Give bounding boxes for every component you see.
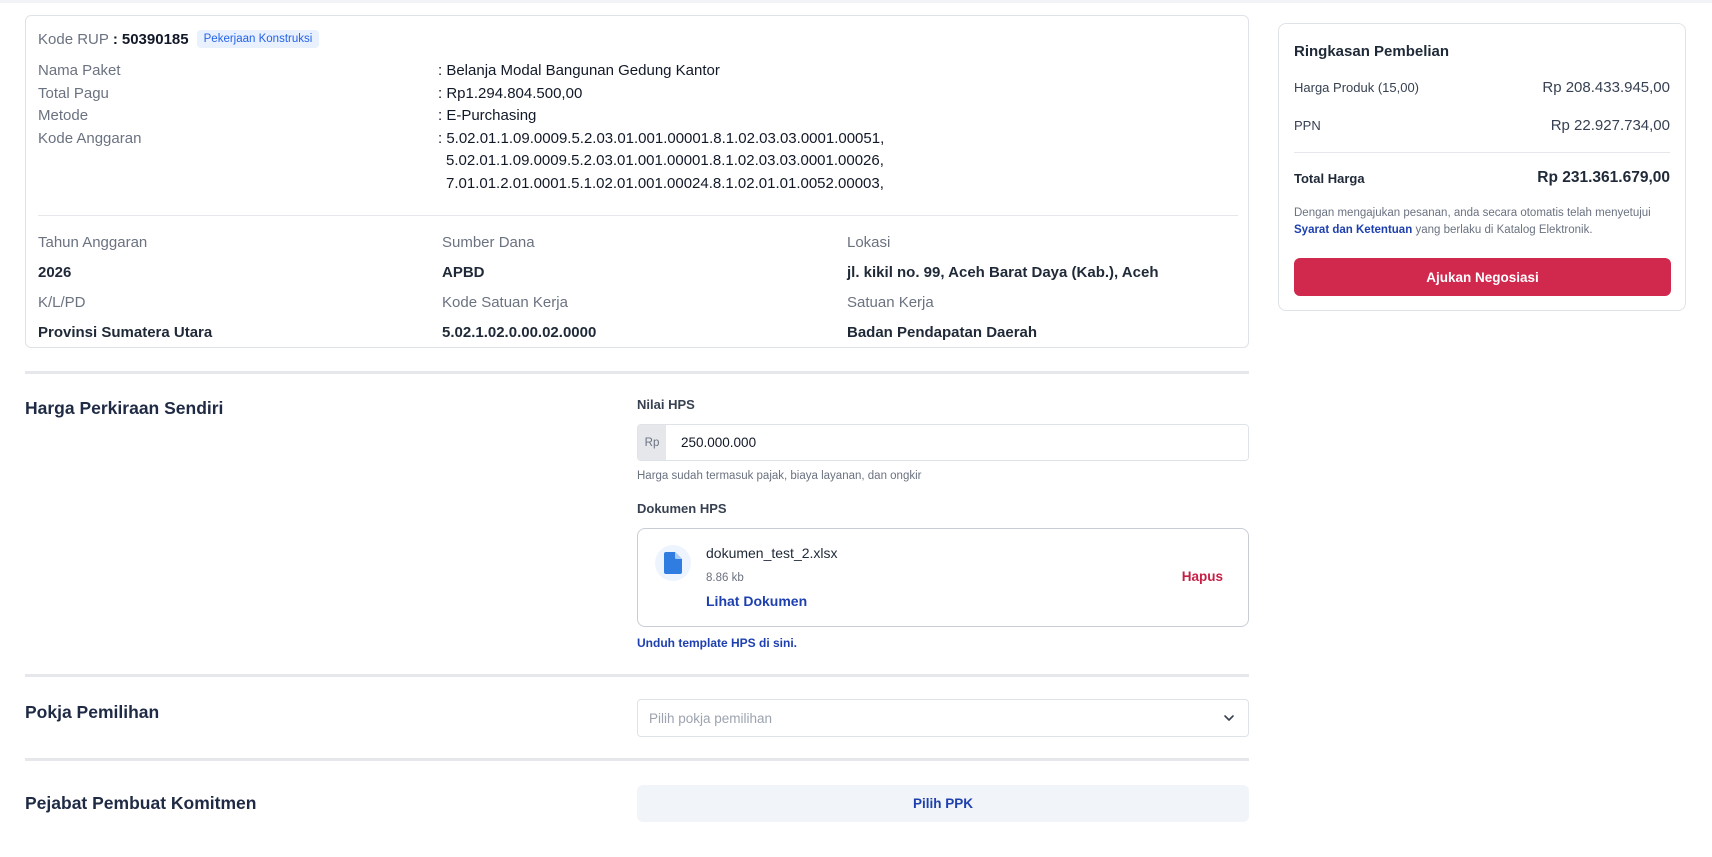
section-divider: [25, 674, 1249, 677]
summary-title: Ringkasan Pembelian: [1294, 43, 1450, 60]
ppn-label: PPN: [1294, 118, 1321, 133]
chevron-down-icon: [1224, 715, 1234, 721]
rup-header: Kode RUP : 50390185 Pekerjaan Konstruksi: [38, 30, 320, 48]
ppn-row: PPN Rp 22.927.734,00: [1294, 117, 1670, 134]
terms-note-prefix: Dengan mengajukan pesanan, anda secara o…: [1294, 207, 1651, 219]
total-pagu-label: Total Pagu: [38, 84, 109, 102]
remove-document-button[interactable]: Hapus: [1182, 569, 1223, 584]
harga-produk-label: Harga Produk (15,00): [1294, 80, 1420, 95]
lokasi-value: jl. kikil no. 99, Aceh Barat Daya (Kab.)…: [847, 264, 1159, 281]
tahun-anggaran: Tahun Anggaran 2026: [38, 232, 147, 284]
rup-code-label: Kode RUP: [38, 30, 109, 48]
total-pagu-value: : Rp1.294.804.500,00: [438, 84, 583, 102]
summary-divider: [1294, 152, 1670, 153]
document-filename: dokumen_test_2.xlsx: [706, 545, 838, 561]
satuan-kerja-label: Satuan Kerja: [847, 294, 934, 311]
rup-info-card: Kode RUP : 50390185 Pekerjaan Konstruksi…: [25, 15, 1249, 348]
tahun-anggaran-label: Tahun Anggaran: [38, 234, 148, 251]
terms-link[interactable]: Syarat dan Ketentuan: [1294, 224, 1412, 236]
total-harga-row: Total Harga Rp 231.361.679,00: [1294, 169, 1670, 187]
purchase-summary-card: Ringkasan Pembelian Harga Produk (15,00)…: [1278, 23, 1686, 311]
file-icon: [655, 545, 691, 581]
satuan-kerja-value: Badan Pendapatan Daerah: [847, 324, 1038, 341]
satuan-kerja: Satuan Kerja Badan Pendapatan Daerah: [847, 292, 1037, 344]
nama-paket-row: Nama Paket : Belanja Modal Bangunan Gedu…: [38, 60, 720, 82]
kode-anggaran-value: : 5.02.01.1.09.0009.5.2.03.01.001.00001.…: [438, 129, 885, 147]
metode-value: : E-Purchasing: [438, 107, 537, 124]
klpd: K/L/PD Provinsi Sumatera Utara: [38, 292, 212, 344]
category-badge: Pekerjaan Konstruksi: [196, 30, 320, 48]
sumber-dana: Sumber Dana APBD: [442, 232, 535, 284]
rup-code-value: 50390185: [121, 30, 189, 48]
total-harga-value: Rp 231.361.679,00: [1537, 169, 1670, 186]
terms-note: Dengan mengajukan pesanan, anda secara o…: [1294, 205, 1674, 239]
kode-anggaran-value: 7.01.01.2.01.0001.5.1.02.01.001.00024.8.…: [446, 174, 884, 192]
kode-anggaran-row: Kode Anggaran: [38, 128, 438, 150]
uploaded-document-card: dokumen_test_2.xlsx 8.86 kb Lihat Dokume…: [637, 528, 1249, 627]
select-ppk-button[interactable]: Pilih PPK: [637, 785, 1249, 822]
currency-prefix: Rp: [638, 425, 666, 460]
nama-paket-label: Nama Paket: [38, 62, 121, 79]
kode-satuan-kerja-value: 5.02.1.02.0.00.02.0000: [442, 324, 597, 341]
nilai-hps-label: Nilai HPS: [637, 397, 695, 412]
nilai-hps-input[interactable]: [666, 425, 1248, 460]
section-divider: [25, 371, 1249, 374]
rup-divider: [38, 215, 1238, 216]
nilai-hps-field[interactable]: Rp: [637, 424, 1249, 461]
download-template-link[interactable]: Unduh template HPS di sini.: [637, 636, 797, 650]
harga-produk-value: Rp 208.433.945,00: [1542, 79, 1670, 96]
submit-negotiation-button[interactable]: Ajukan Negosiasi: [1294, 258, 1671, 296]
kode-anggaran-label: Kode Anggaran: [38, 129, 142, 147]
metode-row: Metode : E-Purchasing: [38, 105, 536, 127]
section-divider: [25, 758, 1249, 761]
hps-section-title: Harga Perkiraan Sendiri: [25, 398, 224, 418]
nama-paket-value: : Belanja Modal Bangunan Gedung Kantor: [438, 62, 720, 79]
kode-satuan-kerja-label: Kode Satuan Kerja: [442, 294, 568, 311]
harga-produk-row: Harga Produk (15,00) Rp 208.433.945,00: [1294, 79, 1670, 96]
metode-label: Metode: [38, 107, 89, 124]
total-pagu-row: Total Pagu : Rp1.294.804.500,00: [38, 83, 582, 105]
lokasi-label: Lokasi: [847, 234, 891, 251]
total-harga-label: Total Harga: [1294, 170, 1365, 186]
pokja-section-title: Pokja Pemilihan: [25, 702, 160, 722]
kode-anggaran-value: 5.02.01.1.09.0009.5.2.03.01.001.00001.8.…: [446, 152, 884, 169]
lokasi: Lokasi jl. kikil no. 99, Aceh Barat Daya…: [847, 232, 1159, 284]
view-document-link[interactable]: Lihat Dokumen: [706, 593, 807, 609]
top-divider: [0, 0, 1712, 3]
nilai-hps-helper: Harga sudah termasuk pajak, biaya layana…: [637, 470, 922, 482]
ppn-value: Rp 22.927.734,00: [1550, 117, 1670, 134]
klpd-label: K/L/PD: [38, 294, 86, 311]
tahun-anggaran-value: 2026: [38, 264, 72, 281]
klpd-value: Provinsi Sumatera Utara: [38, 324, 213, 341]
pokja-select-placeholder: Pilih pokja pemilihan: [649, 710, 773, 726]
kode-anggaran-values: : 5.02.01.1.09.0009.5.2.03.01.001.00001.…: [438, 128, 884, 196]
ppk-section-title: Pejabat Pembuat Komitmen: [25, 793, 257, 813]
sumber-dana-label: Sumber Dana: [442, 234, 535, 251]
kode-satuan-kerja: Kode Satuan Kerja 5.02.1.02.0.00.02.0000: [442, 292, 596, 344]
dokumen-hps-label: Dokumen HPS: [637, 501, 727, 516]
pokja-select[interactable]: Pilih pokja pemilihan: [637, 699, 1249, 737]
terms-note-suffix: yang berlaku di Katalog Elektronik.: [1415, 224, 1593, 236]
sumber-dana-value: APBD: [442, 264, 485, 281]
document-filesize: 8.86 kb: [706, 572, 744, 584]
